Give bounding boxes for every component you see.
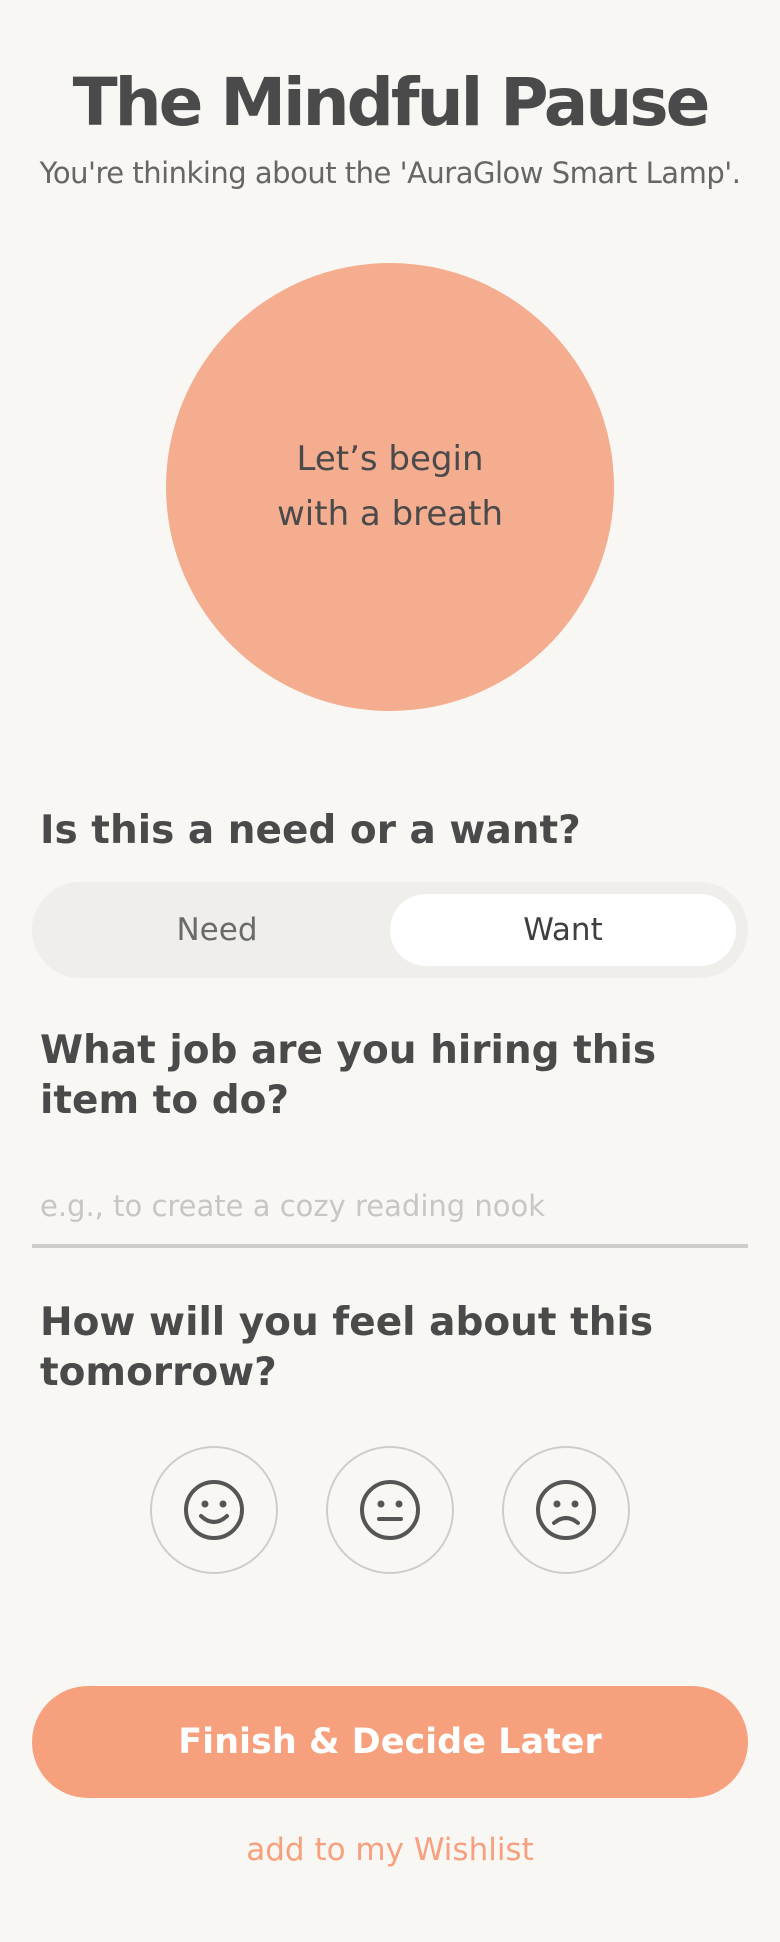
feeling-question: How will you feel about this tomorrow? <box>40 1300 654 1395</box>
happy-face-icon <box>184 1480 244 1540</box>
neutral-face-icon <box>360 1480 420 1540</box>
job-question: What job are you hiring this item to do? <box>40 1028 657 1123</box>
need-want-toggle: Need Want <box>32 882 748 978</box>
breath-line-2: with a breath <box>276 494 504 534</box>
breath-circle[interactable]: Let’s begin with a breath <box>166 263 614 711</box>
need-want-question: Is this a need or a want? <box>40 808 581 853</box>
finish-decide-later-button[interactable]: Finish & Decide Later <box>32 1686 748 1798</box>
sad-face-icon <box>536 1480 596 1540</box>
want-option[interactable]: Want <box>390 894 736 966</box>
breath-prompt: Let’s begin with a breath <box>240 432 540 542</box>
page-title: The Mindful Pause <box>72 64 711 141</box>
sad-face-button[interactable] <box>502 1446 630 1574</box>
neutral-face-button[interactable] <box>326 1446 454 1574</box>
need-option[interactable]: Need <box>44 894 390 966</box>
happy-face-button[interactable] <box>150 1446 278 1574</box>
breath-line-1: Let’s begin <box>296 439 484 479</box>
feeling-options <box>150 1446 630 1574</box>
page-subtitle: You're thinking about the 'AuraGlow Smar… <box>39 156 741 190</box>
job-input[interactable] <box>32 1168 748 1248</box>
add-to-wishlist-link[interactable]: add to my Wishlist <box>0 1832 780 1868</box>
